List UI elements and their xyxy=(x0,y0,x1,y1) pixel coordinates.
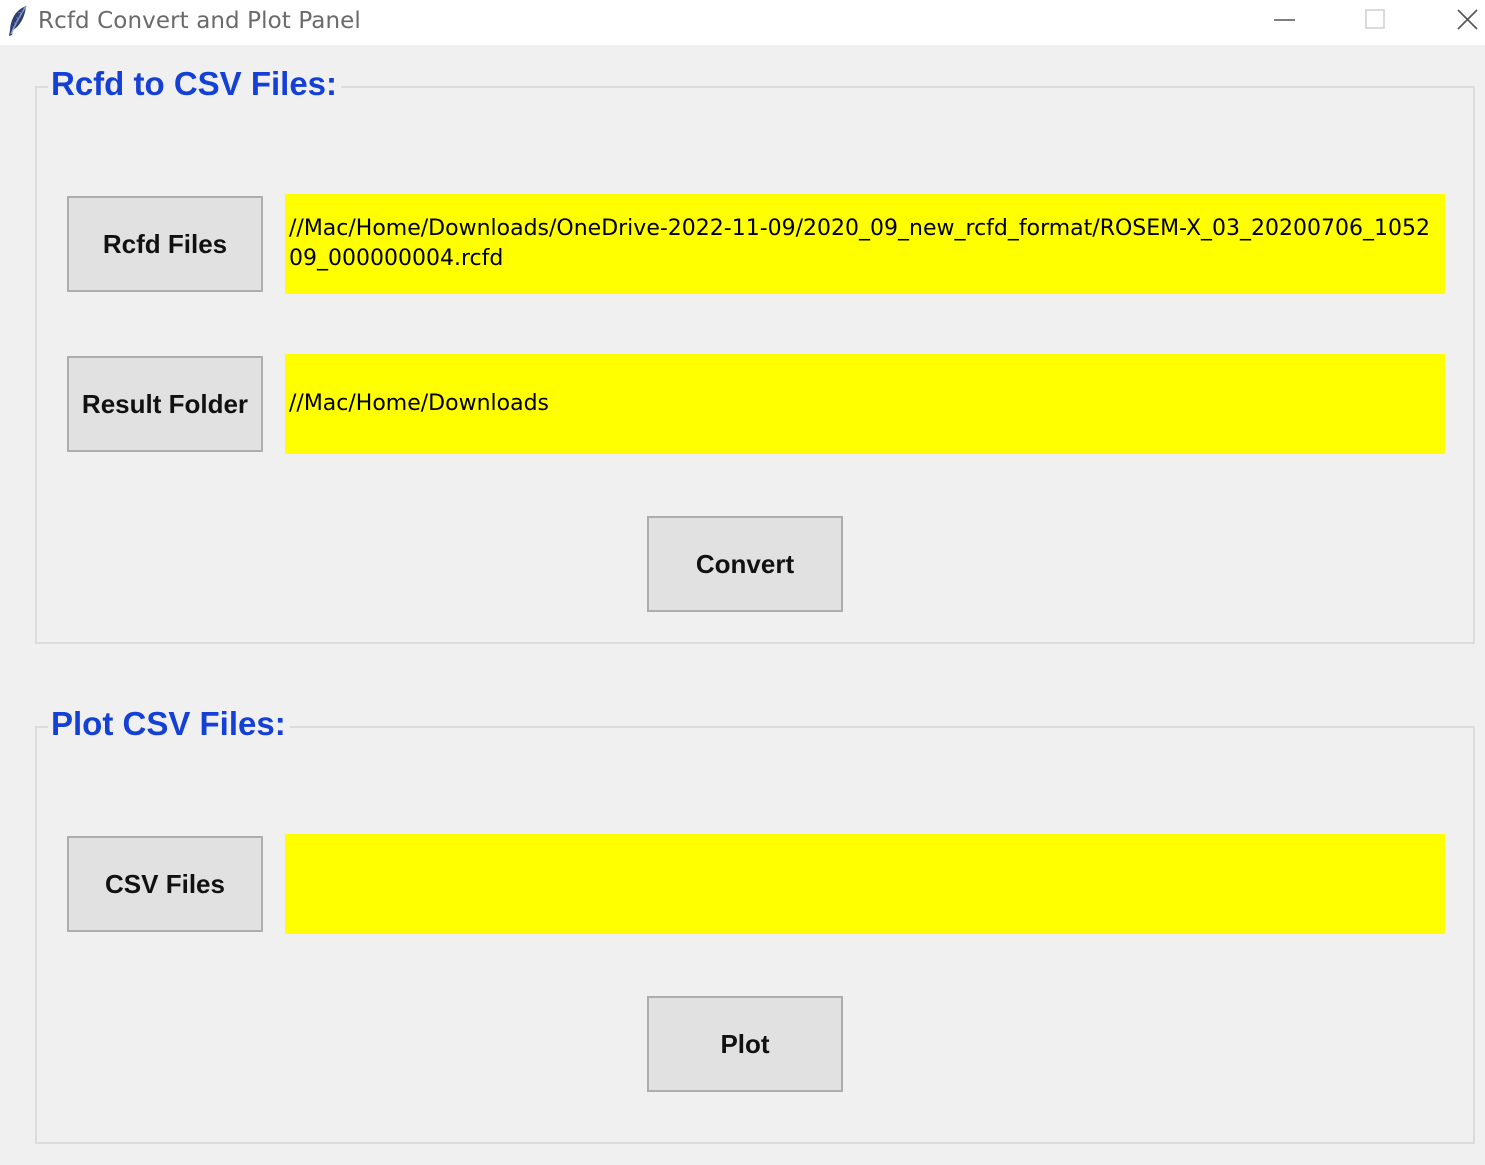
maximize-button[interactable] xyxy=(1330,0,1420,45)
feather-icon xyxy=(6,4,30,38)
rcfd-files-button[interactable]: Rcfd Files xyxy=(67,196,263,292)
minimize-button[interactable] xyxy=(1240,0,1330,45)
rcfd-path-field[interactable]: //Mac/Home/Downloads/OneDrive-2022-11-09… xyxy=(285,194,1445,294)
plot-section-title: Plot CSV Files: xyxy=(48,704,290,744)
result-folder-path-text: //Mac/Home/Downloads xyxy=(289,391,549,416)
window-title: Rcfd Convert and Plot Panel xyxy=(38,8,361,34)
result-folder-button[interactable]: Result Folder xyxy=(67,356,263,452)
result-folder-path-field[interactable]: //Mac/Home/Downloads xyxy=(285,354,1445,454)
rcfd-path-text: //Mac/Home/Downloads/OneDrive-2022-11-09… xyxy=(289,216,1431,271)
convert-button[interactable]: Convert xyxy=(647,516,843,612)
title-bar[interactable]: Rcfd Convert and Plot Panel xyxy=(0,0,1485,45)
csv-files-button[interactable]: CSV Files xyxy=(67,836,263,932)
close-button[interactable] xyxy=(1420,0,1485,45)
plot-button[interactable]: Plot xyxy=(647,996,843,1092)
main-window: Rcfd Convert and Plot Panel Rcfd to CSV … xyxy=(0,0,1485,1165)
csv-path-field[interactable] xyxy=(285,834,1445,934)
convert-section-title: Rcfd to CSV Files: xyxy=(48,64,342,104)
